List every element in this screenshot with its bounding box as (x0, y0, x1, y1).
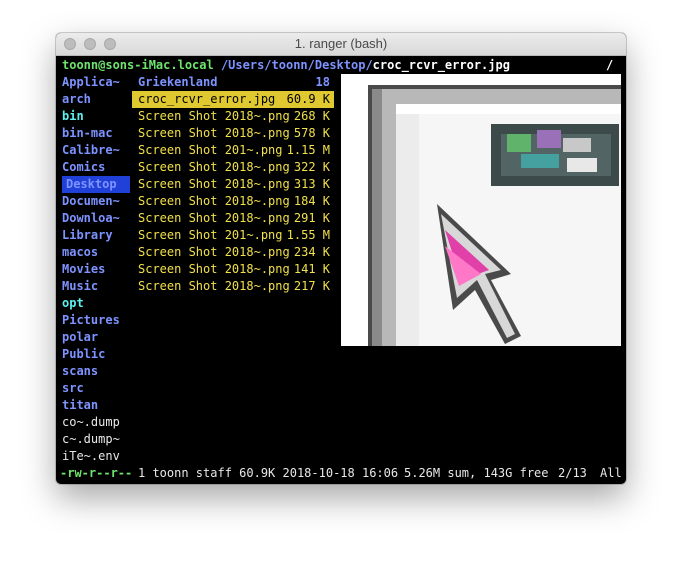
user-host: toonn@sons-iMac.local (62, 58, 214, 72)
file-name: Screen Shot 2018~.png (138, 160, 290, 174)
file-name: Screen Shot 2018~.png (138, 109, 290, 123)
file-row[interactable]: Screen Shot 201~.png 1.15 M (138, 142, 334, 159)
file-name: Screen Shot 2018~.png (138, 194, 290, 208)
file-size: 268 K (293, 109, 330, 123)
parent-dir-item[interactable]: polar (62, 329, 130, 346)
ranger-terminal[interactable]: toonn@sons-iMac.local /Users/toonn/Deskt… (56, 56, 626, 484)
title-bar: 1. ranger (bash) (56, 33, 626, 56)
croc-error-image (341, 74, 621, 346)
disk-summary: 5.26M sum, 143G free (404, 466, 549, 480)
file-size: 217 K (293, 279, 330, 293)
selected-file-row[interactable]: croc_rcvr_error.jpg 60.9 K (132, 91, 334, 108)
parent-dir-item[interactable]: macos (62, 244, 130, 261)
file-name: Screen Shot 201~.png (138, 143, 283, 157)
file-size: 234 K (293, 245, 330, 259)
file-name: croc_rcvr_error.jpg (138, 92, 276, 106)
parent-dir-item[interactable]: Desktop (62, 176, 130, 193)
file-row[interactable]: Screen Shot 2018~.png 313 K (138, 176, 334, 193)
file-name: Screen Shot 2018~.png (138, 211, 290, 225)
parent-dir-item[interactable]: titan (62, 397, 130, 414)
file-size: 184 K (293, 194, 330, 208)
file-row[interactable]: Screen Shot 201~.png 1.55 M (138, 227, 334, 244)
parent-dir-item[interactable]: Comics (62, 159, 130, 176)
parent-dir-item[interactable]: Movies (62, 261, 130, 278)
file-name: Screen Shot 2018~.png (138, 177, 290, 191)
file-name: Screen Shot 2018~.png (138, 262, 290, 276)
window-title: 1. ranger (bash) (294, 36, 388, 51)
parent-dir-item[interactable]: iTe~.env (62, 448, 130, 465)
file-size: 1.55 M (286, 228, 330, 242)
file-name: Screen Shot 201~.png (138, 228, 283, 242)
ranger-header: toonn@sons-iMac.local /Users/toonn/Deskt… (62, 57, 510, 74)
file-row[interactable]: Screen Shot 2018~.png 322 K (138, 159, 334, 176)
file-size: 313 K (293, 177, 330, 191)
file-size: 578 K (293, 126, 330, 140)
current-file: croc_rcvr_error.jpg (372, 58, 510, 72)
image-preview (341, 74, 621, 346)
file-size: 322 K (293, 160, 330, 174)
scroll-indicator: All (600, 466, 622, 480)
file-name: Screen Shot 2018~.png (138, 245, 290, 259)
file-row[interactable]: Screen Shot 2018~.png 141 K (138, 261, 334, 278)
parent-dir-item[interactable]: Pictures (62, 312, 130, 329)
file-size: 1.15 M (286, 143, 330, 157)
file-name: Screen Shot 2018~.png (138, 279, 290, 293)
parent-dir-item[interactable]: Applica~ (62, 74, 130, 91)
parent-dir-item[interactable]: co~.dump (62, 414, 130, 431)
terminal-window: 1. ranger (bash) toonn@sons-iMac.local /… (56, 33, 626, 484)
header-right: / (606, 58, 614, 72)
file-row[interactable]: Screen Shot 2018~.png 184 K (138, 193, 334, 210)
file-size: 291 K (293, 211, 330, 225)
parent-dir-item[interactable]: Public (62, 346, 130, 363)
file-position: 2/13 (558, 466, 587, 480)
file-row[interactable]: Screen Shot 2018~.png 217 K (138, 278, 334, 295)
file-permissions: -rw-r--r-- (60, 466, 133, 480)
parent-dir-item[interactable]: scans (62, 363, 130, 380)
current-path: /Users/toonn/Desktop/ (220, 58, 373, 72)
parent-dir-item[interactable]: Music (62, 278, 130, 295)
file-size: 18 (315, 75, 330, 89)
parent-dir-item[interactable]: c~.dump~ (62, 431, 130, 448)
parent-dir-item[interactable]: bin-mac (62, 125, 130, 142)
file-size: 60.9 K (286, 92, 330, 106)
file-name: Griekenland (138, 75, 218, 89)
parent-dir-item[interactable]: Calibre~ (62, 142, 130, 159)
parent-dir-item[interactable]: src (62, 380, 130, 397)
status-bar: -rw-r--r-- 1 toonn staff 60.9K 2018-10-1… (56, 465, 626, 482)
parent-dir-item[interactable]: bin (62, 108, 130, 125)
file-info: 1 toonn staff 60.9K 2018-10-18 16:06 (138, 466, 399, 480)
file-name: Screen Shot 2018~.png (138, 126, 290, 140)
croc-icon (491, 124, 619, 186)
parent-dir-item[interactable]: Documen~ (62, 193, 130, 210)
parent-dir-item[interactable]: Library (62, 227, 130, 244)
parent-dir-item[interactable]: arch (62, 91, 130, 108)
file-row[interactable]: Screen Shot 2018~.png 291 K (138, 210, 334, 227)
file-row[interactable]: Griekenland 18 (138, 74, 334, 91)
parent-dir-item[interactable]: Downloa~ (62, 210, 130, 227)
parent-dir-item[interactable]: opt (62, 295, 130, 312)
file-size: 141 K (293, 262, 330, 276)
file-row[interactable]: Screen Shot 2018~.png 268 K (138, 108, 334, 125)
file-row[interactable]: Screen Shot 2018~.png 578 K (138, 125, 334, 142)
file-row[interactable]: Screen Shot 2018~.png 234 K (138, 244, 334, 261)
